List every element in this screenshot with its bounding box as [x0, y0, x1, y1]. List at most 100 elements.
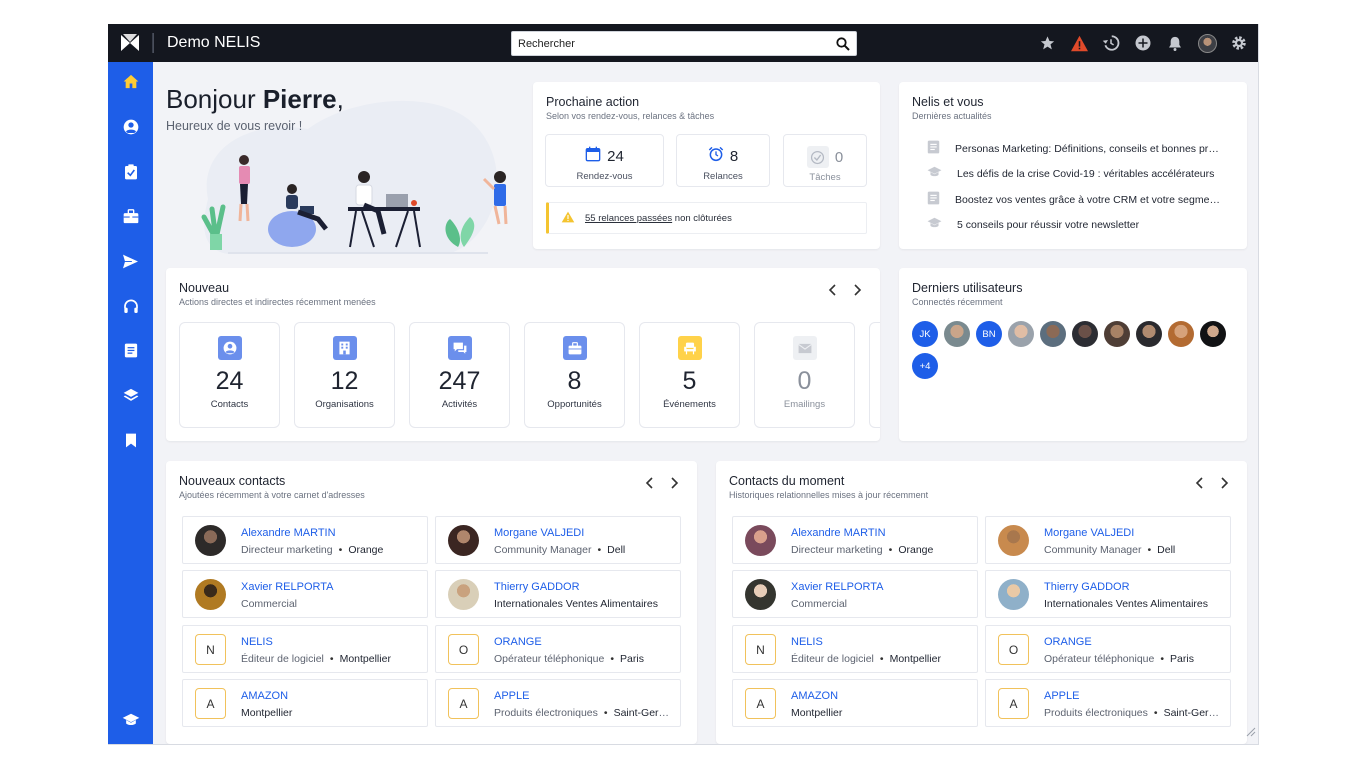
contact-item[interactable]: Thierry GADDOR Internationales Ventes Al… — [435, 570, 681, 618]
resize-handle-icon[interactable] — [1246, 724, 1256, 742]
gear-icon[interactable] — [1229, 33, 1249, 53]
contact-name[interactable]: AMAZON — [241, 690, 288, 702]
contact-company: Orange — [348, 544, 384, 556]
add-icon[interactable] — [1133, 33, 1153, 53]
sidebar-item-tasks[interactable] — [108, 159, 153, 189]
contact-name[interactable]: Thierry GADDOR — [494, 581, 580, 593]
chair-icon — [677, 336, 702, 360]
contact-photo — [448, 579, 479, 610]
star-icon[interactable] — [1037, 33, 1057, 53]
contact-name[interactable]: APPLE — [1044, 690, 1079, 702]
last-users-card: Derniers utilisateurs Connectés récemmen… — [899, 268, 1247, 441]
news-item[interactable]: 5 conseils pour réussir votre newsletter — [927, 217, 1227, 232]
user-avatar[interactable] — [1136, 321, 1162, 347]
contact-name[interactable]: Thierry GADDOR — [1044, 581, 1130, 593]
sidebar-item-home[interactable] — [108, 69, 153, 99]
warning-icon[interactable] — [1069, 33, 1089, 53]
contact-name[interactable]: NELIS — [241, 636, 273, 648]
tile-opportunites[interactable]: 8 Opportunités — [524, 322, 625, 428]
chevron-right-icon[interactable] — [851, 283, 865, 297]
tile-activites[interactable]: 247 Activités — [409, 322, 510, 428]
user-avatar[interactable] — [1200, 321, 1226, 347]
chevron-left-icon[interactable] — [825, 283, 839, 297]
contact-item[interactable]: A APPLE Produits électroniques • Saint-Ger… — [435, 679, 681, 727]
appointments-stat[interactable]: 24 Rendez-vous — [545, 134, 664, 187]
contact-item[interactable]: Xavier RELPORTA Commercial — [732, 570, 978, 618]
news-item[interactable]: Boostez vos ventes grâce à votre CRM et … — [927, 191, 1227, 208]
chevron-left-icon[interactable] — [1192, 476, 1206, 490]
contact-item[interactable]: Alexandre MARTIN Directeur marketing • Ora… — [732, 516, 978, 564]
user-avatar[interactable] — [1168, 321, 1194, 347]
contact-item[interactable]: N NELIS Éditeur de logiciel • Montpellier — [732, 625, 978, 673]
contact-item[interactable]: Morgane VALJEDI Community Manager • Dell — [985, 516, 1231, 564]
news-item[interactable]: Les défis de la crise Covid-19 : véritab… — [927, 166, 1227, 181]
contact-item[interactable]: A AMAZON Montpellier — [182, 679, 428, 727]
user-avatar[interactable]: BN — [976, 321, 1002, 347]
tile-emailings[interactable]: 0 Emailings — [754, 322, 855, 428]
contact-name[interactable]: Xavier RELPORTA — [241, 581, 334, 593]
new-contacts-card: Nouveaux contacts Ajoutées récemment à v… — [166, 461, 697, 744]
sidebar-item-opportunities[interactable] — [108, 204, 153, 234]
contact-city: Saint-Germain — [613, 707, 674, 719]
contact-item[interactable]: A APPLE Produits électroniques • Saint-Ger… — [985, 679, 1231, 727]
contact-item[interactable]: Alexandre MARTIN Directeur marketing • Ora… — [182, 516, 428, 564]
contact-name[interactable]: Alexandre MARTIN — [791, 527, 886, 539]
tile-evenements[interactable]: 5 Événements — [639, 322, 740, 428]
contact-details: Opérateur téléphonique • Paris — [494, 653, 644, 665]
contact-item[interactable]: O ORANGE Opérateur téléphonique • Paris — [985, 625, 1231, 673]
bell-icon[interactable] — [1165, 33, 1185, 53]
reminders-stat[interactable]: 8 Relances — [676, 134, 770, 187]
contact-details: Montpellier — [241, 707, 421, 719]
chevron-left-icon[interactable] — [642, 476, 656, 490]
contact-item[interactable]: A AMAZON Montpellier — [732, 679, 978, 727]
contact-name[interactable]: ORANGE — [1044, 636, 1092, 648]
news-item[interactable]: Personas Marketing: Définitions, conseil… — [927, 140, 1227, 157]
contact-name[interactable]: Alexandre MARTIN — [241, 527, 336, 539]
contact-item[interactable]: N NELIS Éditeur de logiciel • Montpellier — [182, 625, 428, 673]
sidebar-item-documents[interactable] — [108, 338, 153, 368]
tile-organisations[interactable]: 12 Organisations — [294, 322, 395, 428]
chevron-right-icon[interactable] — [1218, 476, 1232, 490]
user-avatar[interactable] — [1040, 321, 1066, 347]
history-icon[interactable] — [1101, 33, 1121, 53]
sidebar-item-bookmarks[interactable] — [108, 428, 153, 458]
search-input[interactable] — [518, 33, 830, 54]
contact-name[interactable]: NELIS — [791, 636, 823, 648]
contact-item[interactable]: Xavier RELPORTA Commercial — [182, 570, 428, 618]
search-icon[interactable] — [830, 32, 856, 55]
article-icon — [927, 140, 940, 157]
sidebar-item-contacts[interactable] — [108, 114, 153, 144]
contact-name[interactable]: ORANGE — [494, 636, 542, 648]
sidebar-item-emailings[interactable] — [108, 249, 153, 279]
contact-role: Directeur marketing — [791, 544, 883, 556]
nelis-logo[interactable] — [108, 33, 153, 53]
contact-name[interactable]: Morgane VALJEDI — [1044, 527, 1134, 539]
contact-item[interactable]: O ORANGE Opérateur téléphonique • Paris — [435, 625, 681, 673]
contact-item[interactable]: Morgane VALJEDI Community Manager • Dell — [435, 516, 681, 564]
user-avatar[interactable] — [1104, 321, 1130, 347]
user-avatar[interactable] — [1197, 33, 1217, 53]
appointments-label: Rendez-vous — [576, 171, 633, 182]
tile-contacts[interactable]: 24 Contacts — [179, 322, 280, 428]
bookmark-icon — [125, 433, 137, 453]
user-avatar[interactable] — [944, 321, 970, 347]
contact-name[interactable]: Morgane VALJEDI — [494, 527, 584, 539]
chevron-right-icon[interactable] — [668, 476, 682, 490]
contact-name[interactable]: Xavier RELPORTA — [791, 581, 884, 593]
send-icon — [122, 254, 139, 274]
company-initial: A — [195, 688, 226, 719]
overdue-reminders-link[interactable]: 55 relances passées — [585, 213, 672, 224]
sidebar-item-training[interactable] — [108, 707, 153, 737]
sidebar-item-support[interactable] — [108, 294, 153, 324]
user-avatar[interactable]: JK — [912, 321, 938, 347]
more-users-badge[interactable]: +4 — [912, 353, 938, 379]
sidebar-item-layers[interactable] — [108, 383, 153, 413]
user-avatar[interactable] — [1072, 321, 1098, 347]
contact-city: Montpellier — [339, 653, 391, 665]
user-avatar[interactable] — [1008, 321, 1034, 347]
tasks-stat[interactable]: 0 Tâches — [783, 134, 867, 187]
contact-name[interactable]: APPLE — [494, 690, 529, 702]
contact-name[interactable]: AMAZON — [791, 690, 838, 702]
contact-item[interactable]: Thierry GADDOR Internationales Ventes Al… — [985, 570, 1231, 618]
contact-city: Montpellier — [889, 653, 941, 665]
